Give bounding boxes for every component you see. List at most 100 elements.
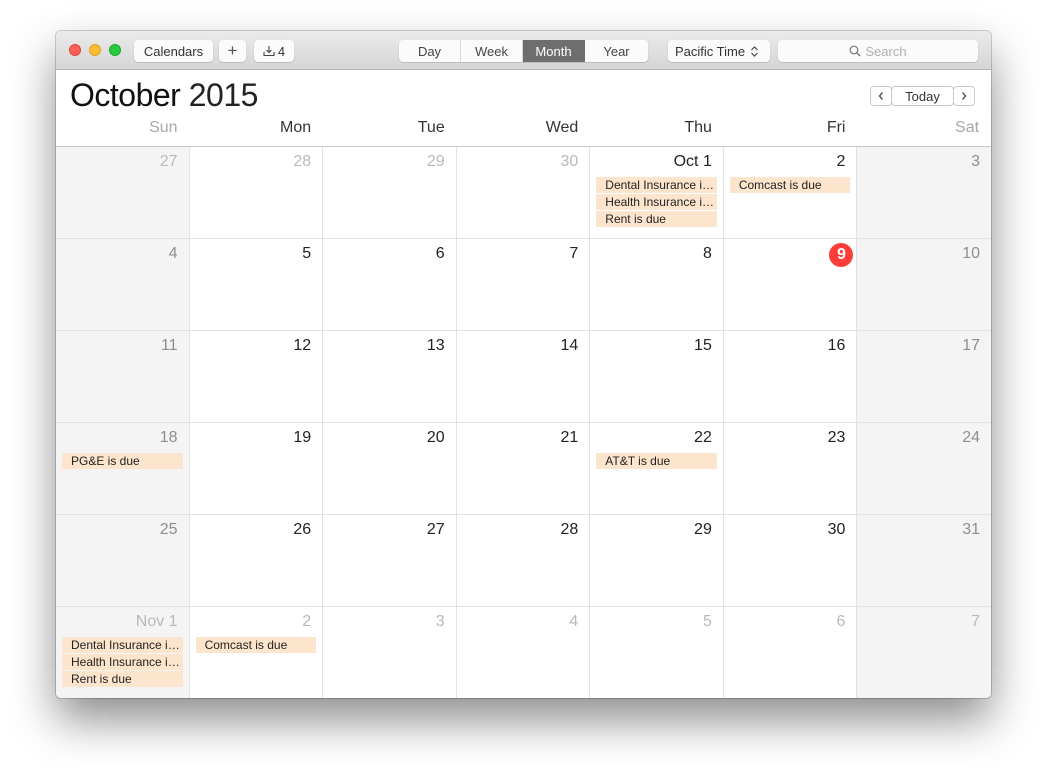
zoom-window-button[interactable]	[109, 44, 121, 56]
inbox-button[interactable]: 4	[254, 40, 294, 62]
tab-day[interactable]: Day	[399, 40, 461, 62]
day-number: 25	[159, 521, 178, 538]
day-cell[interactable]: 18 PG&E is due	[56, 423, 190, 515]
search-field[interactable]: Search	[778, 40, 978, 62]
day-number: 29	[694, 521, 712, 538]
calendar-event[interactable]: Comcast is due	[729, 177, 851, 193]
day-cell[interactable]: 13	[323, 331, 457, 423]
day-cell[interactable]: 22 AT&T is due	[590, 423, 724, 515]
calendar-event[interactable]: Dental Insurance is due	[596, 177, 717, 193]
day-cell[interactable]: 29	[590, 515, 724, 607]
calendars-button[interactable]: Calendars	[134, 40, 213, 62]
day-number: 8	[702, 245, 712, 262]
event-list: Dental Insurance is dueHealth Insurance …	[62, 637, 183, 688]
day-cell[interactable]: 21	[456, 423, 591, 515]
inbox-count: 4	[277, 43, 286, 59]
day-cell[interactable]: 20	[323, 423, 457, 515]
day-number: 6	[836, 613, 846, 630]
day-cell[interactable]: 28	[189, 147, 324, 239]
day-cell[interactable]: Nov 1 Dental Insurance is dueHealth Insur…	[56, 607, 190, 698]
day-cell[interactable]: 4	[56, 239, 190, 331]
calendar-event[interactable]: AT&T is due	[596, 453, 717, 469]
day-number: 28	[560, 521, 579, 538]
weekday-header: Sun Mon Tue Wed Thu Fri Sat	[56, 119, 991, 146]
calendar-event[interactable]: Comcast is due	[195, 637, 317, 653]
minimize-window-button[interactable]	[89, 44, 101, 56]
day-number: 13	[426, 337, 445, 354]
day-cell[interactable]: 27	[323, 515, 457, 607]
day-cell[interactable]: 8	[590, 239, 724, 331]
day-number: 31	[962, 521, 980, 538]
day-cell[interactable]: 30	[723, 515, 858, 607]
day-number: 27	[426, 521, 445, 538]
day-cell[interactable]: Oct 1 Dental Insurance is dueHealth Insur…	[590, 147, 724, 239]
day-cell[interactable]: 28	[456, 515, 591, 607]
day-cell[interactable]: 27	[56, 147, 190, 239]
day-cell[interactable]: 3	[857, 147, 991, 239]
day-cell[interactable]: 26	[189, 515, 324, 607]
timezone-value: Pacific Time	[675, 43, 746, 59]
day-cell[interactable]: 19	[189, 423, 324, 515]
chevron-updown-icon	[751, 45, 759, 57]
calendar-event[interactable]: Dental Insurance is due	[62, 637, 183, 653]
day-cell[interactable]: 7	[456, 239, 591, 331]
day-cell[interactable]: 11	[56, 331, 190, 423]
date-navigation: Today	[870, 86, 975, 106]
day-cell[interactable]: 24	[857, 423, 991, 515]
weekday-wed: Wed	[545, 119, 579, 136]
close-window-button[interactable]	[69, 44, 81, 56]
calendar-event[interactable]: PG&E is due	[62, 453, 183, 469]
download-tray-icon	[263, 46, 275, 57]
day-cell[interactable]: 14	[456, 331, 591, 423]
tab-month[interactable]: Month	[523, 40, 585, 62]
tab-year[interactable]: Year	[585, 40, 648, 62]
day-cell[interactable]: 2 Comcast is due	[723, 147, 858, 239]
day-cell[interactable]: 25	[56, 515, 190, 607]
day-number: 7	[971, 613, 980, 630]
event-list: Comcast is due	[729, 177, 851, 194]
day-cell[interactable]: 30	[456, 147, 591, 239]
tab-week[interactable]: Week	[461, 40, 523, 62]
day-number: 4	[168, 245, 178, 262]
day-number: 6	[435, 245, 445, 262]
calendar-event[interactable]: Rent is due	[62, 671, 183, 687]
previous-month-button[interactable]	[870, 86, 892, 106]
day-cell[interactable]: 31	[857, 515, 991, 607]
day-cell[interactable]: 5	[189, 239, 324, 331]
search-icon	[849, 45, 861, 57]
calendar-event[interactable]: Health Insurance is due	[596, 194, 717, 210]
day-cell[interactable]: 6	[323, 239, 457, 331]
day-cell[interactable]: 2 Comcast is due	[189, 607, 324, 698]
add-event-button[interactable]: +	[219, 40, 246, 62]
day-number: 2	[836, 153, 846, 170]
day-cell[interactable]: 23	[723, 423, 858, 515]
day-number: 11	[160, 337, 178, 354]
day-cell[interactable]: 9	[723, 239, 858, 331]
day-cell[interactable]: 10	[857, 239, 991, 331]
day-cell[interactable]: 17	[857, 331, 991, 423]
day-cell[interactable]: 7	[857, 607, 991, 698]
weekday-sun: Sun	[149, 119, 178, 136]
day-number: 26	[293, 521, 312, 538]
day-cell[interactable]: 12	[189, 331, 324, 423]
day-cell[interactable]: 5	[590, 607, 724, 698]
calendar-event[interactable]: Rent is due	[596, 211, 717, 227]
day-cell[interactable]: 4	[456, 607, 591, 698]
day-number: 4	[569, 613, 579, 630]
event-list: AT&T is due	[596, 453, 717, 470]
day-cell[interactable]: 16	[723, 331, 858, 423]
next-month-button[interactable]	[953, 86, 975, 106]
day-number: 30	[560, 153, 579, 170]
day-number: 27	[159, 153, 178, 170]
tab-month-label: Month	[535, 43, 572, 59]
today-button[interactable]: Today	[891, 86, 954, 106]
weekday-fri: Fri	[826, 119, 846, 136]
calendar-event[interactable]: Health Insurance is due	[62, 654, 183, 670]
day-cell[interactable]: 29	[323, 147, 457, 239]
day-cell[interactable]: 6	[723, 607, 858, 698]
day-cell[interactable]: 15	[590, 331, 724, 423]
page-title: October 2015	[70, 77, 258, 114]
day-cell[interactable]: 3	[323, 607, 457, 698]
day-number: 30	[827, 521, 846, 538]
timezone-select[interactable]: Pacific Time	[668, 40, 770, 62]
